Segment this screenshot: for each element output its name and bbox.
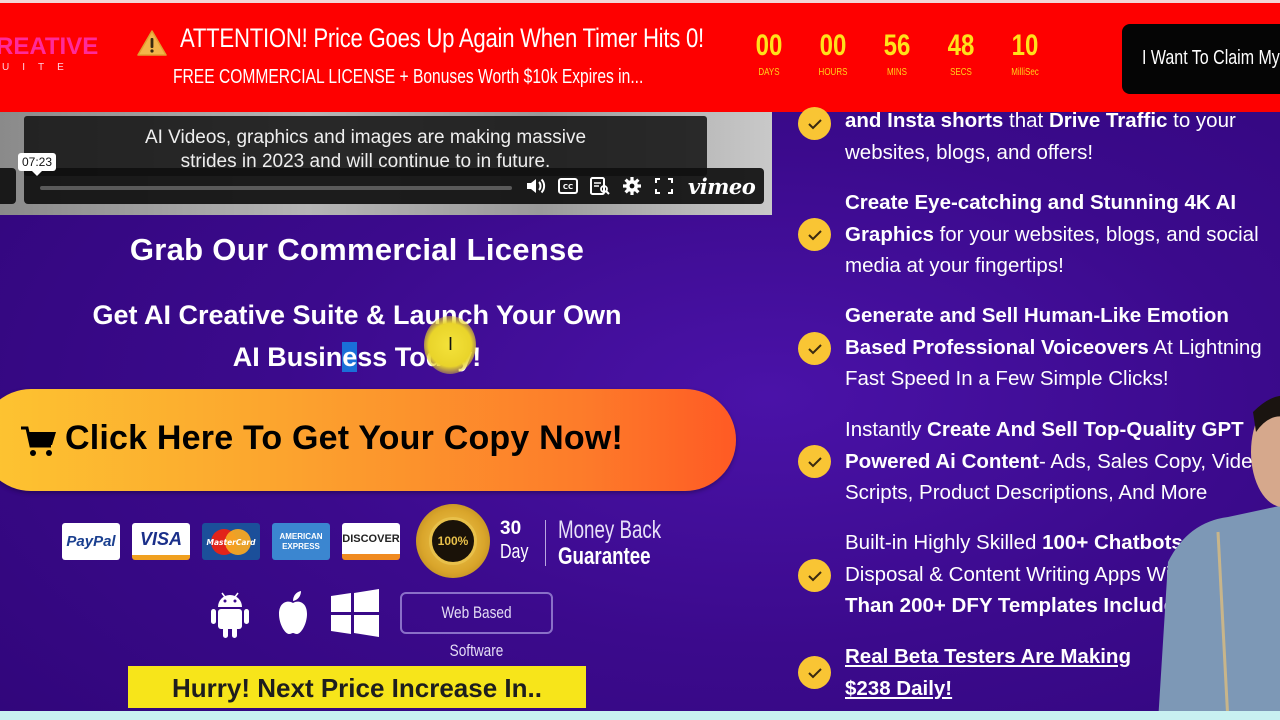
attention-headline: ATTENTION! Price Goes Up Again When Time… bbox=[180, 23, 704, 53]
web-based-software-badge: Web Based Software bbox=[400, 592, 553, 660]
time-tooltip: 07:23 bbox=[18, 153, 57, 176]
checkmark-icon bbox=[798, 445, 831, 478]
feature-line: media at your fingertips! bbox=[845, 254, 1064, 278]
guarantee-days-number: 30 bbox=[500, 518, 522, 539]
video-control-icons: CC vimeo bbox=[526, 174, 756, 199]
text-selection: e bbox=[342, 342, 358, 372]
price-increase-banner: Hurry! Next Price Increase In.. bbox=[128, 666, 586, 708]
countdown-unit: HOURS bbox=[818, 67, 848, 78]
shopping-cart-icon bbox=[21, 426, 56, 456]
caption-line: AI Videos, graphics and images are makin… bbox=[144, 127, 587, 148]
feature-line: Create Eye-catching and Stunning 4K AI bbox=[845, 191, 1237, 214]
mastercard-logo-icon: MasterCard bbox=[207, 528, 257, 555]
discover-label: DISCOVER bbox=[342, 532, 400, 545]
windows-icon bbox=[331, 589, 379, 637]
visa-label: VISA bbox=[139, 528, 182, 549]
guarantee-text: Guarantee bbox=[558, 543, 651, 570]
video-player[interactable]: AI Videos, graphics and images are makin… bbox=[0, 112, 772, 215]
discover-badge: DISCOVER bbox=[342, 523, 400, 560]
svg-text:MasterCard: MasterCard bbox=[207, 538, 257, 547]
checkmark-icon bbox=[798, 332, 831, 365]
apple-icon bbox=[279, 591, 307, 634]
guarantee-days-word: Day bbox=[500, 541, 529, 563]
settings-gear-icon[interactable] bbox=[622, 176, 642, 196]
subheading-text: AI Busin bbox=[232, 342, 343, 372]
svg-text:CC: CC bbox=[563, 183, 573, 191]
countdown-unit: MINS bbox=[887, 67, 907, 78]
commercial-license-heading: Grab Our Commercial License bbox=[129, 232, 585, 267]
launch-business-subheading: Get AI Creative Suite & Launch Your Own … bbox=[0, 294, 714, 378]
presenter-webcam-overlay bbox=[1158, 395, 1280, 720]
guarantee-days: 30 Day bbox=[500, 518, 536, 564]
money-back-guarantee: Money Back Guarantee bbox=[558, 516, 696, 570]
checkmark-icon bbox=[798, 107, 831, 140]
claim-copy-label: I Want To Claim My Copy bbox=[1142, 47, 1280, 69]
feature-item: Create Eye-catching and Stunning 4K AI G… bbox=[845, 187, 1280, 282]
claim-copy-button[interactable]: I Want To Claim My Copy bbox=[1122, 24, 1280, 94]
logo[interactable]: REATIVE UITE bbox=[0, 33, 120, 75]
countdown-value: 10 bbox=[1011, 29, 1039, 62]
feature-line: Based Professional Voiceovers At Lightni… bbox=[845, 335, 1262, 359]
countdown-value: 00 bbox=[819, 29, 847, 62]
get-copy-button[interactable]: Click Here To Get Your Copy Now! bbox=[0, 389, 736, 491]
get-copy-label: Click Here To Get Your Copy Now! bbox=[65, 419, 624, 457]
play-button[interactable] bbox=[0, 168, 16, 204]
paypal-badge: PayPal bbox=[62, 523, 120, 560]
feature-item: and Insta shorts that Drive Traffic to y… bbox=[845, 105, 1280, 168]
subheading-line: Get AI Creative Suite & Launch Your Own bbox=[92, 300, 622, 330]
divider bbox=[545, 520, 546, 566]
feature-line: websites, blogs, and offers! bbox=[845, 140, 1094, 164]
mastercard-badge: MasterCard bbox=[202, 523, 260, 560]
feature-line: Graphics for your websites, blogs, and s… bbox=[845, 222, 1259, 246]
seal-percent: 100% bbox=[429, 517, 477, 565]
checkmark-icon bbox=[798, 559, 831, 592]
amex-badge: AMERICAN EXPRESS bbox=[272, 523, 330, 560]
countdown-millisec: 10 MilliSec bbox=[995, 29, 1055, 78]
video-progress-bar[interactable] bbox=[40, 186, 512, 190]
feature-line: Fast Speed In a Few Simple Clicks! bbox=[845, 367, 1169, 391]
logo-subtext: UITE bbox=[2, 62, 77, 73]
checkmark-icon bbox=[798, 656, 831, 689]
countdown-value: 48 bbox=[947, 29, 975, 62]
amex-label: AMERICAN EXPRESS bbox=[279, 531, 323, 551]
paypal-label: PayPal bbox=[66, 533, 116, 550]
countdown-banner: REATIVE UITE ATTENTION! Price Goes Up Ag… bbox=[0, 0, 1280, 112]
countdown-unit: MilliSec bbox=[1011, 67, 1039, 78]
web-based-label: Web Based Software bbox=[441, 603, 512, 660]
money-back-text: Money Back bbox=[558, 516, 662, 544]
visa-badge: VISA bbox=[132, 523, 190, 560]
money-back-seal: 100% bbox=[416, 504, 490, 578]
countdown-days: 00 DAYS bbox=[739, 29, 799, 78]
transcript-icon[interactable] bbox=[590, 177, 610, 195]
countdown-value: 00 bbox=[755, 29, 783, 62]
logo-text: REATIVE bbox=[0, 33, 99, 60]
subheading-line: AI Business Today! bbox=[0, 336, 714, 378]
video-caption: AI Videos, graphics and images are makin… bbox=[24, 116, 707, 176]
feature-item: Generate and Sell Human-Like Emotion Bas… bbox=[845, 300, 1280, 395]
next-section-edge bbox=[0, 711, 1280, 720]
vimeo-logo[interactable]: vimeo bbox=[688, 174, 756, 199]
sales-page: REATIVE UITE ATTENTION! Price Goes Up Ag… bbox=[0, 0, 1280, 720]
closed-captions-icon[interactable]: CC bbox=[558, 178, 578, 194]
countdown-mins: 56 MINS bbox=[867, 29, 927, 78]
volume-icon[interactable] bbox=[526, 177, 546, 195]
warning-triangle-icon bbox=[137, 30, 167, 56]
fullscreen-icon[interactable] bbox=[654, 177, 674, 195]
countdown-value: 56 bbox=[883, 29, 911, 62]
countdown-secs: 48 SECS bbox=[931, 29, 991, 78]
text-cursor-icon: I bbox=[448, 334, 454, 354]
feature-line: and Insta shorts that Drive Traffic to y… bbox=[845, 109, 1236, 132]
checkmark-icon bbox=[798, 218, 831, 251]
license-expiry-text: FREE COMMERCIAL LICENSE + Bonuses Worth … bbox=[173, 66, 644, 88]
countdown-unit: SECS bbox=[950, 67, 972, 78]
feature-line: Generate and Sell Human-Like Emotion bbox=[845, 304, 1229, 327]
android-icon bbox=[211, 592, 249, 638]
countdown-hours: 00 HOURS bbox=[803, 29, 863, 78]
countdown-unit: DAYS bbox=[758, 67, 780, 78]
